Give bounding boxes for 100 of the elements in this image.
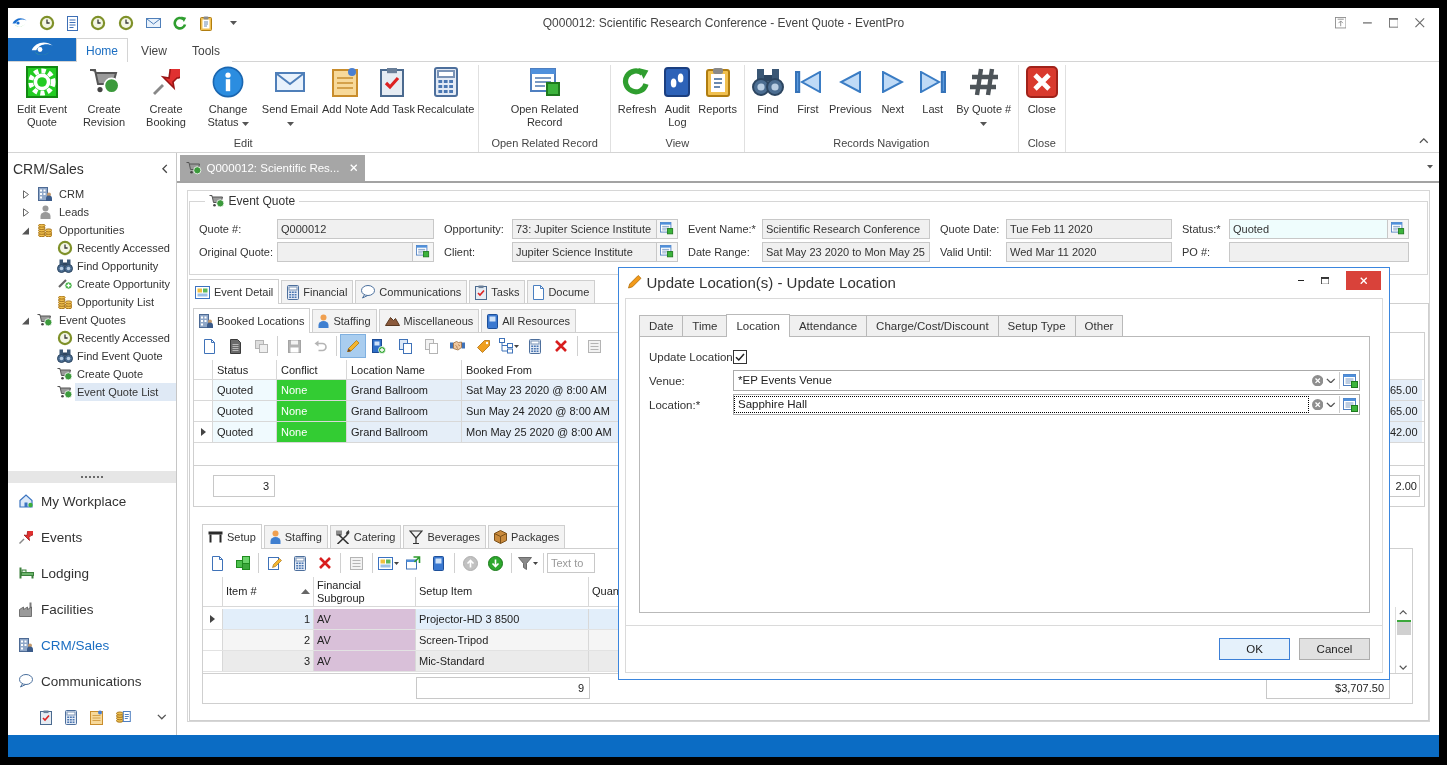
ribbon-button[interactable]: Reports — [697, 66, 738, 116]
dropdown-field[interactable]: Sapphire Hall — [733, 394, 1360, 415]
tab[interactable]: Beverages — [403, 525, 487, 548]
ribbon-button[interactable]: Add Note — [321, 66, 369, 116]
column-header[interactable]: Item # — [223, 577, 314, 606]
expander-icon[interactable] — [22, 189, 30, 199]
ribbon-button[interactable]: First — [787, 66, 828, 116]
column-header[interactable]: Setup Item — [416, 577, 589, 606]
tab[interactable]: Setup Type — [997, 315, 1076, 336]
dropdown-field[interactable]: *EP Events Venue — [733, 370, 1360, 391]
chevron-down-icon[interactable] — [1326, 401, 1336, 408]
ribbon-button[interactable]: Refresh — [616, 66, 658, 116]
lookup-button[interactable] — [657, 241, 678, 262]
document-icon[interactable] — [67, 15, 78, 31]
tree-item[interactable]: Find Opportunity — [75, 257, 176, 275]
lookup-button[interactable] — [657, 218, 678, 239]
checkbox[interactable] — [733, 349, 747, 364]
ribbon-button[interactable]: Last — [912, 66, 953, 116]
tree-item[interactable]: Create Quote — [75, 365, 176, 383]
coins-icon[interactable] — [116, 711, 131, 723]
text-field[interactable]: Q000012 — [277, 218, 434, 239]
ribbon-button[interactable]: By Quote # — [952, 66, 1015, 129]
lookup-button[interactable] — [1388, 218, 1409, 239]
column-header[interactable]: Quan — [589, 577, 619, 606]
tab[interactable]: Charge/Cost/Discount — [866, 315, 999, 336]
tab[interactable]: Location — [726, 314, 790, 337]
tree-item[interactable]: Event Quote List — [75, 383, 176, 401]
ribbon-button[interactable]: Change Status — [197, 66, 259, 129]
nav-item[interactable]: Events — [8, 519, 176, 555]
tab[interactable]: Docume — [527, 280, 596, 303]
ribbon-button[interactable]: Edit Event Quote — [11, 66, 73, 129]
refresh-icon[interactable] — [173, 15, 188, 31]
tree-item[interactable]: Event Quotes — [57, 311, 176, 329]
dialog-button[interactable]: OK — [1219, 638, 1290, 660]
tab[interactable]: Staffing — [312, 309, 377, 332]
notepad-icon[interactable] — [90, 709, 103, 725]
tree-item[interactable]: Recently Accessed — [75, 329, 176, 347]
nav-item[interactable]: CRM/Sales — [8, 627, 176, 663]
tab[interactable]: Tasks — [469, 280, 526, 303]
tab[interactable]: Financial — [281, 280, 354, 303]
tab[interactable]: Setup — [202, 524, 262, 549]
tree-item[interactable]: Opportunities — [57, 221, 176, 239]
tab[interactable]: Other — [1074, 315, 1124, 336]
ribbon-button[interactable]: Open Related Record — [503, 66, 586, 129]
tab[interactable]: Staffing — [263, 525, 328, 548]
caret-icon[interactable] — [230, 21, 237, 25]
text-field[interactable]: Sat May 23 2020 to Mon May 25 — [762, 241, 930, 262]
expander-icon[interactable] — [22, 207, 30, 217]
close-button[interactable] — [1346, 271, 1381, 290]
chevron-down-icon[interactable] — [1326, 377, 1336, 384]
calculator-icon[interactable] — [65, 709, 77, 725]
caret-icon[interactable] — [1427, 165, 1433, 169]
tab[interactable]: Date — [639, 315, 684, 336]
ribbon-button[interactable]: Add Task — [368, 66, 416, 116]
tree-item[interactable]: Opportunity List — [75, 293, 176, 311]
clock-icon[interactable] — [90, 15, 106, 31]
chevron-left-icon[interactable] — [162, 164, 168, 174]
text-field[interactable]: Jupiter Science Institute — [512, 241, 657, 262]
expander-icon[interactable] — [22, 225, 30, 235]
ribbon-button[interactable]: Audit Log — [657, 66, 698, 129]
ribbon-display-icon[interactable] — [1334, 17, 1346, 29]
clear-icon[interactable] — [1312, 398, 1324, 411]
text-field[interactable]: Tue Feb 11 2020 — [1006, 218, 1172, 239]
lookup-button[interactable] — [413, 241, 434, 262]
tab[interactable]: Time — [682, 315, 728, 336]
ribbon-button[interactable]: Create Revision — [73, 66, 135, 129]
tab[interactable]: Catering — [329, 525, 402, 548]
clipboard-icon[interactable] — [40, 709, 52, 725]
nav-item[interactable]: Facilities — [8, 591, 176, 627]
tree-item[interactable]: Recently Accessed — [75, 239, 176, 257]
ribbon-button[interactable]: Create Booking — [135, 66, 197, 129]
tab[interactable]: All Resources — [481, 309, 577, 332]
ribbon-button[interactable]: Previous — [827, 66, 873, 116]
ribbon-button[interactable]: Send Email — [259, 66, 321, 129]
chevron-up-icon[interactable] — [1419, 138, 1429, 144]
envelope-icon[interactable] — [146, 18, 161, 28]
nav-item[interactable]: Communications — [8, 663, 176, 699]
search-field[interactable]: Text to — [547, 553, 595, 573]
nav-item[interactable]: Lodging — [8, 555, 176, 591]
clock-icon[interactable] — [118, 15, 134, 31]
window-icon[interactable] — [1343, 373, 1358, 388]
ribbon-button[interactable]: Close — [1021, 66, 1062, 116]
tab[interactable]: Booked Locations — [193, 308, 311, 333]
clear-icon[interactable] — [1312, 374, 1324, 387]
tab[interactable]: Packages — [488, 525, 566, 548]
tree-item[interactable]: Create Opportunity — [75, 275, 176, 293]
ribbon-button[interactable]: Next — [872, 66, 913, 116]
column-header[interactable]: Location Name — [347, 360, 462, 379]
tab[interactable]: Event Detail — [189, 279, 280, 304]
app-menu-button[interactable] — [8, 38, 76, 61]
tab[interactable]: Miscellaneous — [378, 309, 480, 332]
chevron-down-icon[interactable] — [157, 714, 167, 720]
text-field[interactable] — [1229, 241, 1409, 262]
text-field[interactable]: Scientific Research Conference — [762, 218, 930, 239]
text-field[interactable]: Quoted — [1229, 218, 1388, 239]
scrollbar-thumb[interactable] — [1396, 619, 1411, 635]
expander-icon[interactable] — [22, 315, 30, 325]
chevron-up-icon[interactable] — [1399, 610, 1408, 615]
text-field[interactable] — [277, 241, 413, 262]
clipboard-icon[interactable] — [200, 15, 212, 31]
